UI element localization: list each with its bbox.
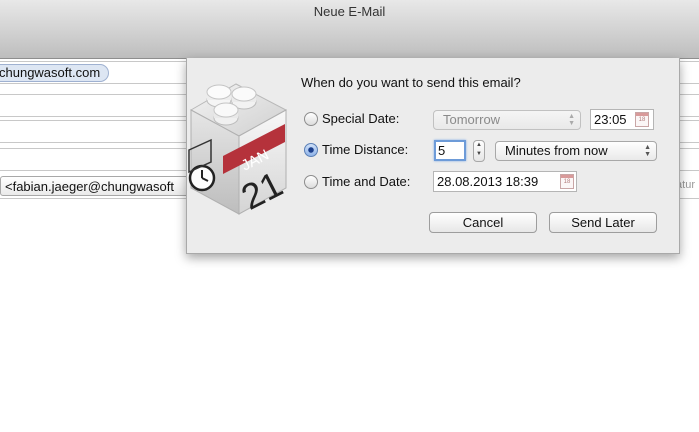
updown-arrows-icon: ▲ ▼ [568,113,575,127]
time-and-date-radio[interactable] [304,175,318,189]
calendar-icon[interactable]: 18 [635,112,649,127]
time-and-date-field[interactable]: 28.08.2013 18:39 [433,171,577,192]
window-title: Neue E-Mail [313,4,386,19]
time-distance-amount-field[interactable]: 5 [434,140,466,161]
recipient-token[interactable]: chungwasoft.com [0,64,110,82]
special-date-label: Special Date: [322,111,400,126]
time-and-date-value: 28.08.2013 18:39 [437,174,539,189]
special-date-radio[interactable] [304,112,318,126]
from-account-popup[interactable]: <fabian.jaeger@chungwasoft [0,176,200,196]
window-titlebar: Neue E-Mail [0,0,699,59]
send-later-button[interactable]: Send Later [549,212,657,233]
time-distance-amount-value: 5 [438,143,446,158]
cancel-button[interactable]: Cancel [429,212,537,233]
time-unit-popup[interactable]: Minutes from now ▲ ▼ [495,141,657,161]
amount-stepper[interactable]: ▲ ▼ [473,140,485,162]
time-distance-label: Time Distance: [322,142,409,157]
calendar-icon[interactable]: 18 [560,174,574,189]
time-distance-radio[interactable] [304,143,318,157]
special-date-popup-value: Tomorrow [443,112,501,127]
time-unit-value: Minutes from now [505,143,608,158]
updown-arrows-icon: ▲ ▼ [644,144,651,158]
special-date-time-value: 23:05 [594,112,627,127]
time-and-date-label: Time and Date: [322,174,411,189]
special-date-popup[interactable]: Tomorrow ▲ ▼ [433,110,581,130]
calendar-app-icon: JAN 21 [188,83,289,216]
dialog-question: When do you want to send this email? [301,75,521,90]
